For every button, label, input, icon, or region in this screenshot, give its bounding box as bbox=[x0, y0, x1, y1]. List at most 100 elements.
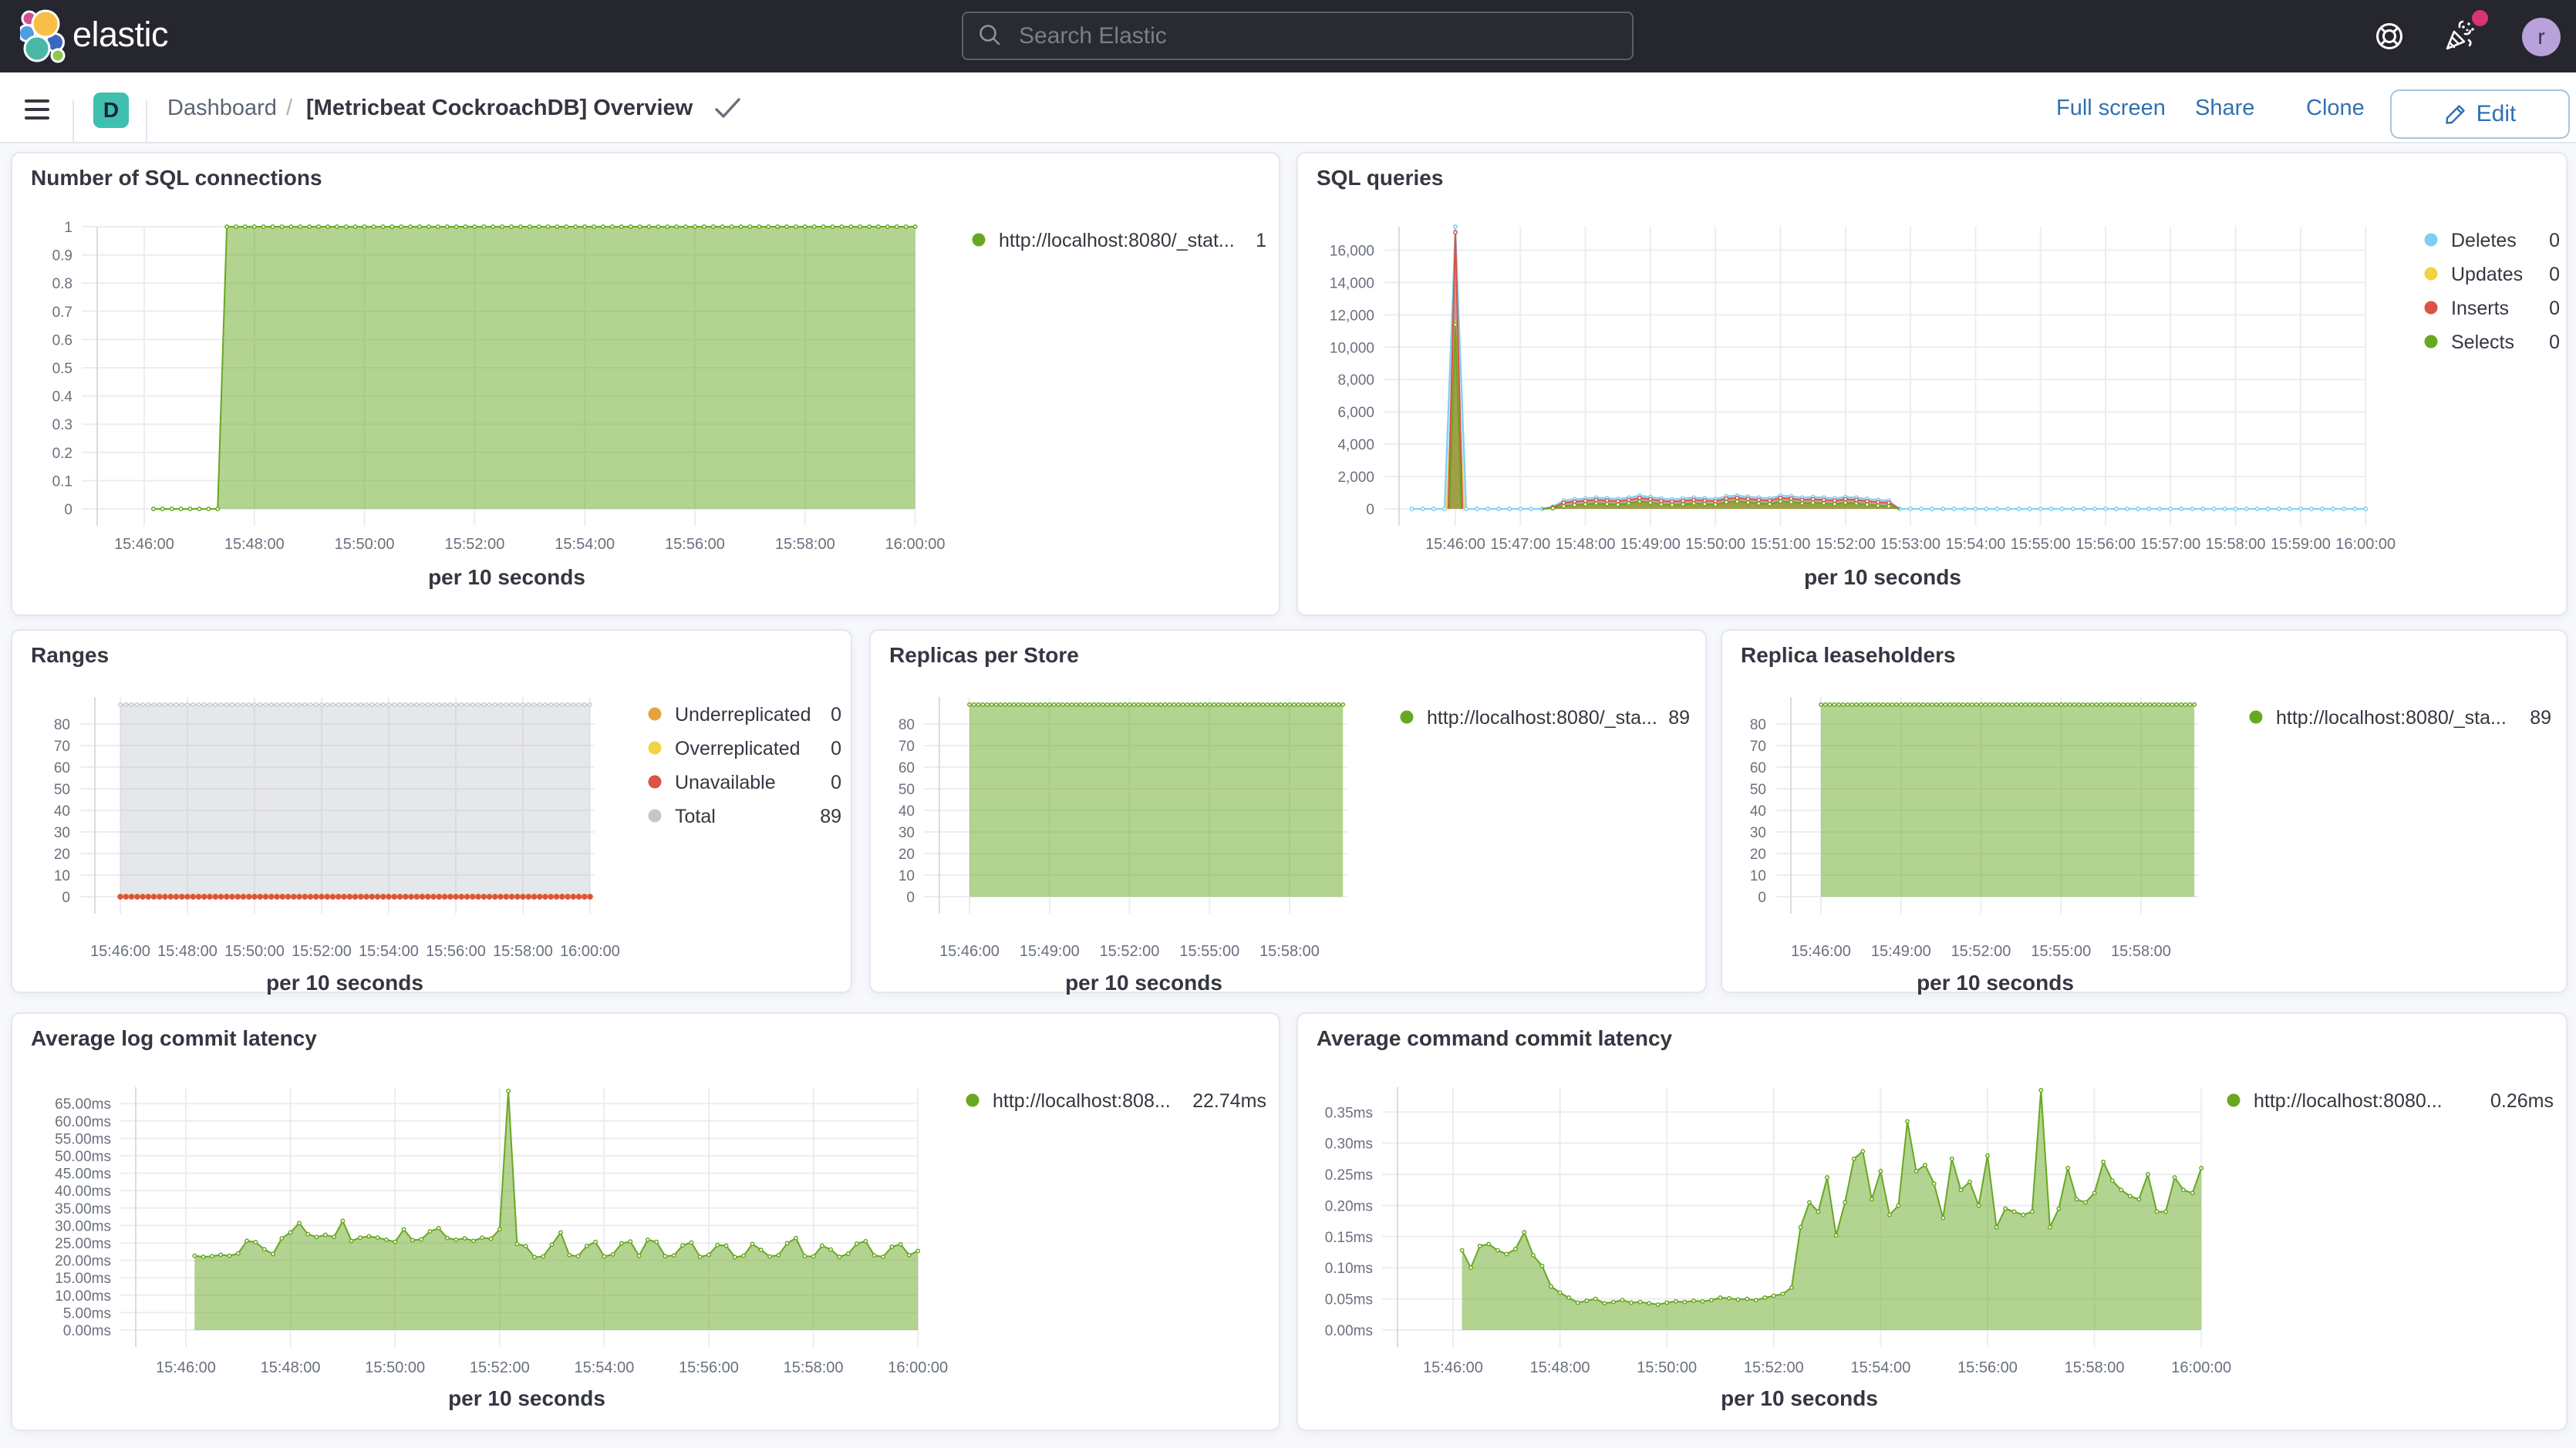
legend-label: http://localhost:8080/_sta... bbox=[2276, 707, 2507, 729]
y-tick-label: 60 bbox=[899, 760, 915, 776]
y-tick-label: 20 bbox=[1750, 847, 1766, 863]
legend-item[interactable]: Underreplicated0 bbox=[649, 704, 842, 726]
legend-item[interactable]: Deletes0 bbox=[2425, 230, 2561, 251]
avatar[interactable]: r bbox=[2522, 18, 2561, 56]
x-tick-label: 15:58:00 bbox=[2206, 536, 2266, 553]
x-tick-label: 15:52:00 bbox=[1100, 943, 1160, 960]
x-tick-label: 15:47:00 bbox=[1490, 536, 1550, 553]
legend-value: 0 bbox=[2549, 332, 2560, 353]
panel-sql-queries: SQL queries02,0004,0006,0008,00010,00012… bbox=[1296, 152, 2568, 616]
x-tick-label: 15:46:00 bbox=[939, 943, 1000, 960]
full-screen-button[interactable]: Full screen bbox=[2056, 72, 2166, 143]
legend-item[interactable]: http://localhost:8080/_sta...89 bbox=[1401, 707, 1691, 729]
y-tick-label: 0.20ms bbox=[1325, 1199, 1373, 1215]
y-tick-label: 30.00ms bbox=[55, 1218, 111, 1234]
legend-dot-icon bbox=[2425, 234, 2438, 247]
legend-value: 22.74ms bbox=[1192, 1090, 1266, 1112]
x-axis-title: per 10 seconds bbox=[1804, 565, 1961, 589]
y-tick-label: 14,000 bbox=[1330, 275, 1374, 291]
y-tick-label: 0.8 bbox=[52, 276, 72, 292]
x-tick-label: 15:48:00 bbox=[1530, 1359, 1590, 1376]
legend-dot-icon bbox=[649, 776, 662, 789]
y-tick-label: 55.00ms bbox=[55, 1131, 111, 1147]
y-tick-label: 0.10ms bbox=[1325, 1261, 1373, 1277]
legend-item[interactable]: Unavailable0 bbox=[649, 772, 842, 793]
pencil-icon bbox=[2444, 103, 2467, 126]
y-tick-label: 30 bbox=[1750, 825, 1766, 841]
elastic-wordmark: elastic bbox=[72, 15, 168, 55]
x-tick-label: 15:58:00 bbox=[2111, 943, 2171, 960]
legend-item[interactable]: http://localhost:8080...0.26ms bbox=[2227, 1090, 2554, 1112]
y-tick-label: 4,000 bbox=[1337, 437, 1374, 453]
y-tick-label: 70 bbox=[1750, 739, 1766, 755]
x-tick-label: 15:50:00 bbox=[1685, 536, 1745, 553]
x-tick-label: 15:56:00 bbox=[2075, 536, 2136, 553]
help-icon[interactable] bbox=[2372, 19, 2407, 56]
y-tick-label: 0.5 bbox=[52, 361, 72, 377]
x-tick-label: 15:56:00 bbox=[426, 943, 486, 960]
x-tick-label: 15:52:00 bbox=[444, 536, 504, 553]
x-tick-label: 15:52:00 bbox=[470, 1359, 530, 1376]
y-tick-label: 80 bbox=[1750, 717, 1766, 733]
y-tick-label: 0.7 bbox=[52, 305, 72, 321]
legend-item[interactable]: http://localhost:808... 22.74ms bbox=[966, 1090, 1267, 1112]
x-tick-label: 15:58:00 bbox=[1259, 943, 1320, 960]
elastic-logo-icon[interactable] bbox=[20, 8, 69, 65]
y-tick-label: 50 bbox=[1750, 782, 1766, 798]
check-icon bbox=[713, 94, 743, 122]
legend-label: http://localhost:808... bbox=[993, 1090, 1171, 1112]
legend-value: 0 bbox=[831, 772, 841, 793]
edit-button[interactable]: Edit bbox=[2390, 89, 2570, 139]
legend-label: http://localhost:8080/_sta... bbox=[1427, 707, 1657, 729]
menu-hamburger-icon[interactable] bbox=[25, 99, 49, 124]
legend-dot-icon bbox=[966, 1094, 979, 1107]
breadcrumb-dashboard[interactable]: Dashboard bbox=[167, 72, 277, 143]
y-tick-label: 0.6 bbox=[52, 332, 72, 349]
y-tick-label: 20 bbox=[899, 847, 915, 863]
clone-button[interactable]: Clone bbox=[2306, 72, 2365, 143]
x-tick-label: 16:00:00 bbox=[2335, 536, 2396, 553]
panel-replicas-per-store: Replicas per Store0102030405060708015:46… bbox=[869, 629, 1707, 993]
legend-value: 0 bbox=[831, 738, 841, 759]
legend-item[interactable]: http://localhost:8080/_sta... 89 bbox=[2250, 707, 2552, 729]
y-tick-label: 30 bbox=[54, 825, 70, 841]
y-tick-label: 40 bbox=[899, 803, 915, 820]
legend-item[interactable]: Updates0 bbox=[2425, 264, 2561, 285]
x-tick-label: 15:58:00 bbox=[784, 1359, 844, 1376]
legend-label: Underreplicated bbox=[675, 704, 811, 726]
legend-value: 89 bbox=[2530, 707, 2551, 729]
x-tick-label: 16:00:00 bbox=[2171, 1359, 2231, 1376]
legend-value: 0 bbox=[2549, 230, 2560, 251]
chart-canvas: 00.10.20.30.40.50.60.70.80.9115:46:0015:… bbox=[12, 153, 1282, 618]
legend-item[interactable]: Selects0 bbox=[2425, 332, 2561, 353]
legend-item[interactable]: Total89 bbox=[649, 806, 842, 827]
x-tick-label: 15:48:00 bbox=[261, 1359, 321, 1376]
y-tick-label: 80 bbox=[54, 717, 70, 733]
x-axis-title: per 10 seconds bbox=[428, 565, 585, 589]
global-search[interactable] bbox=[962, 12, 1634, 60]
y-tick-label: 20.00ms bbox=[55, 1254, 111, 1270]
y-tick-label: 0.4 bbox=[52, 389, 73, 406]
x-tick-label: 15:46:00 bbox=[114, 536, 174, 553]
y-tick-label: 70 bbox=[54, 739, 70, 755]
chart-canvas: 02,0004,0006,0008,00010,00012,00014,0001… bbox=[1298, 153, 2569, 618]
legend-item[interactable]: Inserts0 bbox=[2425, 298, 2561, 319]
panel-ranges: Ranges0102030405060708015:46:0015:48:001… bbox=[11, 629, 852, 993]
x-tick-label: 15:54:00 bbox=[359, 943, 419, 960]
x-tick-label: 15:48:00 bbox=[1556, 536, 1616, 553]
legend-item[interactable]: http://localhost:8080/_stat...1 bbox=[973, 230, 1267, 251]
y-tick-label: 0 bbox=[906, 890, 915, 906]
y-tick-label: 25.00ms bbox=[55, 1236, 111, 1252]
y-tick-label: 60 bbox=[54, 760, 70, 776]
y-tick-label: 50.00ms bbox=[55, 1149, 111, 1165]
legend-item[interactable]: Overreplicated0 bbox=[649, 738, 842, 759]
x-tick-label: 15:46:00 bbox=[1791, 943, 1851, 960]
y-tick-label: 6,000 bbox=[1337, 405, 1374, 421]
x-tick-label: 15:55:00 bbox=[2011, 536, 2071, 553]
x-tick-label: 15:46:00 bbox=[1423, 1359, 1483, 1376]
share-button[interactable]: Share bbox=[2195, 72, 2254, 143]
search-icon bbox=[977, 23, 1003, 49]
y-tick-label: 10,000 bbox=[1330, 340, 1374, 356]
x-tick-label: 15:55:00 bbox=[2031, 943, 2091, 960]
search-input[interactable] bbox=[1019, 23, 1590, 49]
